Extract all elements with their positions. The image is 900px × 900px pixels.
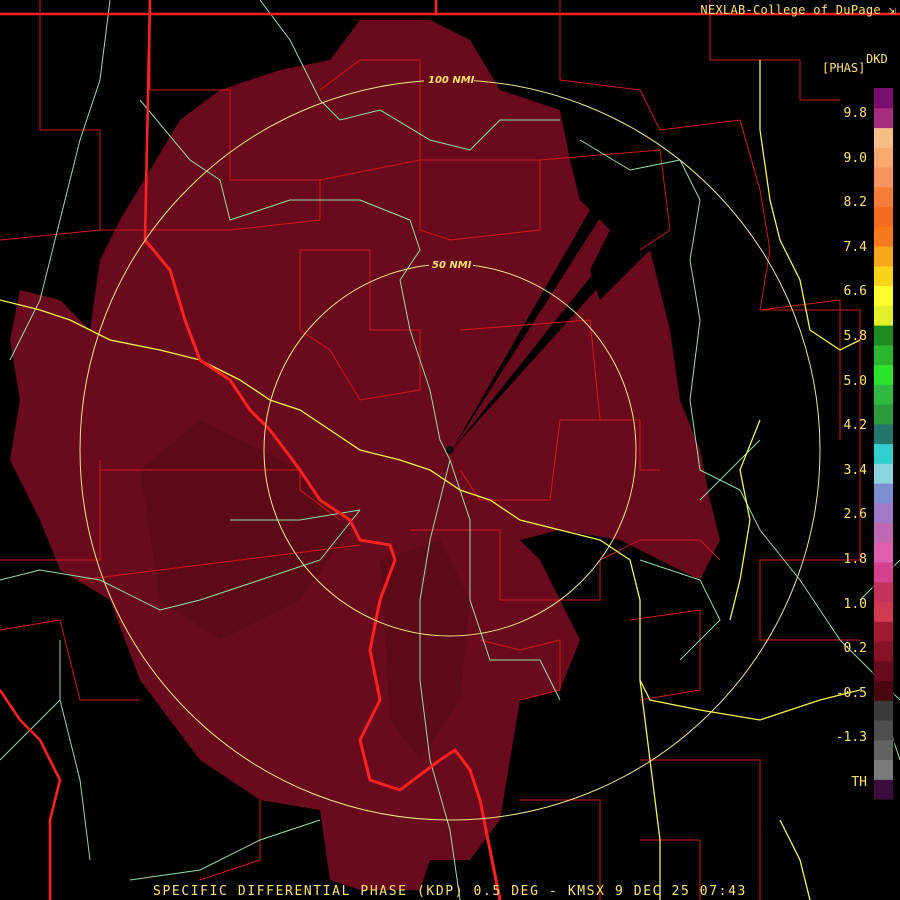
legend-swatch	[874, 483, 893, 504]
radar-site-marker	[446, 446, 454, 454]
legend-label: 0.2	[843, 641, 867, 657]
legend-swatch	[874, 463, 893, 484]
legend-swatch	[874, 443, 893, 464]
credit-text[interactable]: NEXLAB-College of DuPage ⇲	[700, 3, 896, 17]
legend-swatch	[874, 344, 893, 366]
legend-swatch	[874, 720, 893, 741]
legend-swatch	[874, 186, 893, 208]
legend-swatch	[874, 739, 893, 761]
legend-swatch	[874, 759, 893, 780]
legend-swatch	[874, 325, 893, 346]
legend-swatch	[874, 226, 893, 247]
river-line	[699, 439, 761, 501]
external-link-icon: ⇲	[888, 3, 896, 17]
legend-swatch	[874, 562, 893, 583]
legend-swatch	[874, 680, 893, 701]
legend-label: 1.8	[843, 552, 867, 567]
ring-label-100: 100 NMI	[428, 75, 475, 86]
legend-label: 1.0	[843, 596, 867, 612]
legend-label: 5.0	[843, 373, 867, 389]
legend-label: 4.2	[843, 418, 867, 434]
legend-swatch	[874, 364, 893, 385]
legend-swatch	[874, 285, 893, 306]
legend-label: TH	[851, 775, 867, 790]
county-line	[0, 619, 140, 701]
legend-label: 9.0	[843, 150, 867, 166]
legend-swatch	[874, 700, 893, 721]
river-line	[639, 559, 721, 661]
highway-line	[639, 679, 661, 900]
legend-swatch	[874, 601, 893, 622]
legend-swatch	[874, 265, 893, 287]
legend-swatch	[874, 621, 893, 642]
legend-swatch	[874, 127, 893, 148]
legend-swatch	[874, 384, 893, 405]
radar-map-view: 100 NMI 50 NMI NEXLAB-College of DuPage …	[0, 0, 900, 900]
legend-label: 7.4	[843, 239, 867, 255]
legend-swatch	[874, 522, 893, 543]
legend-swatch	[874, 660, 893, 682]
radar-map: 100 NMI 50 NMI	[0, 0, 900, 900]
legend-swatch	[874, 167, 893, 188]
legend-label: 8.2	[843, 195, 867, 211]
legend-label: 2.6	[843, 507, 867, 523]
county-line	[199, 800, 261, 881]
legend-swatch	[874, 502, 893, 524]
county-line	[0, 0, 101, 241]
state-line	[0, 0, 438, 16]
ring-label-50: 50 NMI	[432, 260, 472, 271]
legend-units: [PHAS]	[822, 61, 866, 75]
legend-swatch	[874, 305, 893, 326]
legend-swatch	[874, 107, 893, 129]
legend-product-code: DKD	[866, 52, 888, 66]
legend-swatch	[874, 581, 893, 603]
product-caption: SPECIFIC DIFFERENTIAL PHASE (KDP) 0.5 DE…	[153, 884, 747, 899]
legend-label: 3.4	[843, 462, 867, 478]
legend-swatch	[874, 404, 893, 425]
legend-label: -1.3	[835, 730, 867, 746]
legend-swatch	[874, 147, 893, 168]
legend-swatch	[874, 542, 893, 563]
state-line	[0, 689, 62, 900]
legend-swatch	[874, 88, 893, 109]
county-line	[659, 119, 841, 440]
legend-label: 9.8	[843, 106, 867, 121]
legend-swatch	[874, 206, 893, 227]
river-line	[59, 640, 91, 861]
legend-label: 5.8	[843, 329, 867, 344]
county-line	[559, 0, 661, 131]
legend-swatch	[874, 641, 893, 662]
legend-color-bar	[872, 86, 895, 801]
river-line	[129, 819, 321, 881]
legend-swatch	[874, 779, 893, 800]
credit-label: NEXLAB-College of DuPage	[700, 3, 881, 17]
legend-label: 6.6	[843, 284, 867, 300]
legend-swatch	[874, 246, 893, 267]
legend-swatch	[874, 423, 893, 445]
legend-label: -0.5	[835, 685, 867, 701]
